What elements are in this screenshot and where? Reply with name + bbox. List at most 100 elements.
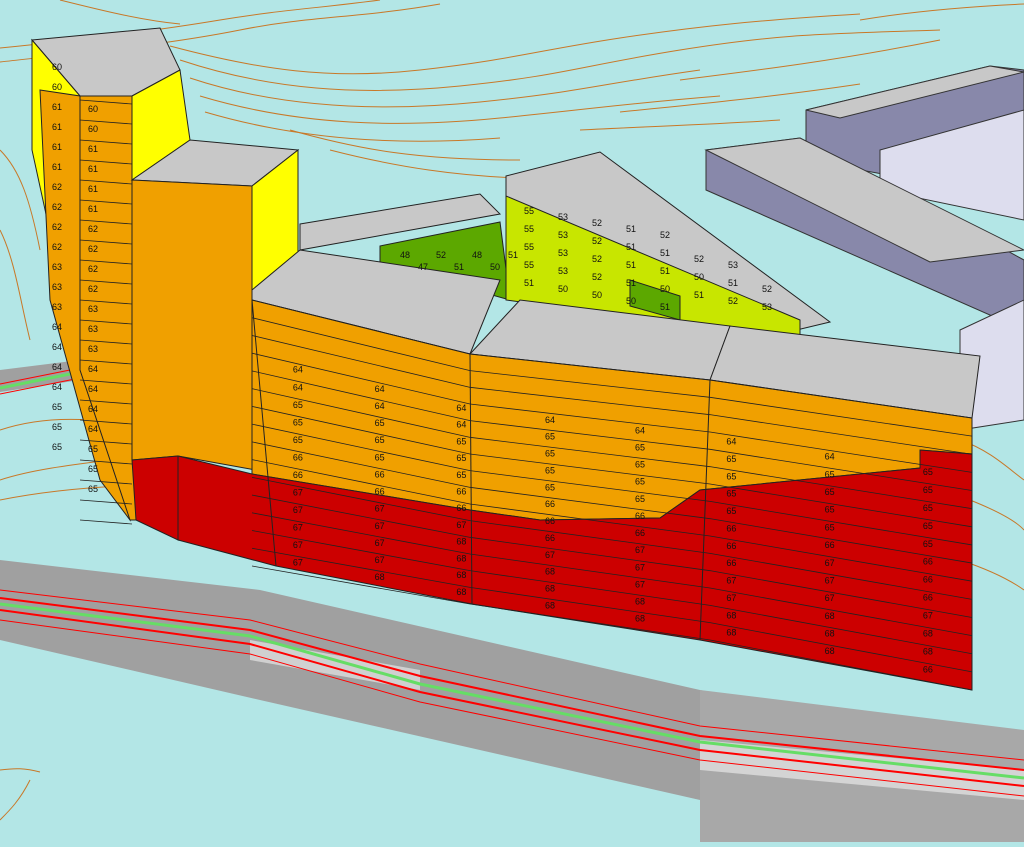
level-label: 65: [52, 422, 62, 432]
level-label: 65: [456, 470, 466, 480]
level-label: 53: [558, 230, 568, 240]
level-label: 50: [660, 284, 670, 294]
level-label: 61: [88, 164, 98, 174]
level-label: 51: [626, 224, 636, 234]
level-label: 65: [825, 505, 835, 515]
level-label: 65: [456, 453, 466, 463]
level-label: 61: [52, 122, 62, 132]
level-label: 63: [88, 304, 98, 314]
level-label: 52: [694, 254, 704, 264]
level-label: 64: [52, 342, 62, 352]
level-label: 67: [726, 576, 736, 586]
level-label: 64: [52, 362, 62, 372]
level-label: 65: [635, 477, 645, 487]
level-label: 65: [88, 464, 98, 474]
level-label: 67: [635, 545, 645, 555]
level-label: 65: [293, 400, 303, 410]
level-label: 51: [454, 262, 464, 272]
level-label: 65: [825, 487, 835, 497]
level-label: 66: [456, 486, 466, 496]
level-label: 61: [88, 184, 98, 194]
level-label: 62: [52, 222, 62, 232]
level-label: 67: [293, 558, 303, 568]
level-label: 66: [923, 557, 933, 567]
level-label: 68: [456, 537, 466, 547]
level-label: 68: [456, 587, 466, 597]
level-label: 66: [635, 528, 645, 538]
level-label: 66: [545, 533, 555, 543]
level-label: 64: [293, 365, 303, 375]
level-label: 52: [592, 236, 602, 246]
level-label: 68: [545, 600, 555, 610]
level-label: 67: [293, 505, 303, 515]
level-label: 63: [52, 282, 62, 292]
level-label: 52: [728, 296, 738, 306]
level-label: 51: [728, 278, 738, 288]
level-label: 65: [635, 442, 645, 452]
level-label: 66: [375, 487, 385, 497]
level-label: 52: [660, 230, 670, 240]
level-label: 66: [545, 499, 555, 509]
level-label: 62: [52, 182, 62, 192]
noise-map-scene: 64 64 64 64 64 64 64 65 64 64 64 65 65 65 65 65 65 65 65 65…: [0, 0, 1024, 842]
level-label: 65: [456, 436, 466, 446]
level-label: 55: [524, 206, 534, 216]
level-label: 65: [52, 402, 62, 412]
level-label: 55: [524, 260, 534, 270]
level-label: 63: [52, 302, 62, 312]
level-label: 51: [660, 302, 670, 312]
level-label: 62: [88, 244, 98, 254]
level-label: 51: [508, 250, 518, 260]
level-label: 67: [825, 558, 835, 568]
level-label: 60: [88, 124, 98, 134]
level-label: 63: [88, 324, 98, 334]
level-label: 64: [52, 382, 62, 392]
level-label: 61: [88, 144, 98, 154]
level-label: 62: [88, 224, 98, 234]
level-label: 66: [456, 503, 466, 513]
level-label: 66: [825, 540, 835, 550]
level-label: 55: [524, 224, 534, 234]
level-label: 52: [592, 272, 602, 282]
level-label: 67: [456, 520, 466, 530]
level-label: 61: [88, 204, 98, 214]
level-label: 68: [545, 567, 555, 577]
level-label: 66: [375, 469, 385, 479]
level-label: 67: [375, 504, 385, 514]
level-label: 61: [52, 162, 62, 172]
level-label: 51: [660, 248, 670, 258]
level-label: 64: [88, 384, 98, 394]
level-label: 65: [923, 467, 933, 477]
level-label: 55: [524, 242, 534, 252]
level-label: 65: [726, 471, 736, 481]
level-label: 64: [545, 415, 555, 425]
level-label: 51: [694, 290, 704, 300]
level-label: 64: [635, 425, 645, 435]
level-label: 65: [88, 444, 98, 454]
level-label: 68: [726, 610, 736, 620]
level-label: 53: [558, 266, 568, 276]
level-label: 68: [923, 647, 933, 657]
level-label: 68: [635, 614, 645, 624]
level-label: 50: [558, 284, 568, 294]
level-label: 64: [52, 322, 62, 332]
level-label: 67: [726, 593, 736, 603]
level-label: 64: [375, 384, 385, 394]
level-label: 64: [293, 382, 303, 392]
level-label: 65: [825, 469, 835, 479]
level-label: 63: [52, 262, 62, 272]
level-label: 66: [923, 575, 933, 585]
level-label: 53: [762, 302, 772, 312]
level-label: 65: [923, 539, 933, 549]
level-label: 53: [558, 248, 568, 258]
level-label: 61: [52, 142, 62, 152]
level-label: 67: [825, 575, 835, 585]
level-label: 65: [635, 494, 645, 504]
level-label: 65: [545, 432, 555, 442]
level-label: 67: [375, 538, 385, 548]
level-label: 62: [88, 284, 98, 294]
level-label: 64: [88, 364, 98, 374]
level-label: 68: [456, 570, 466, 580]
level-label: 65: [375, 435, 385, 445]
level-label: 64: [456, 420, 466, 430]
